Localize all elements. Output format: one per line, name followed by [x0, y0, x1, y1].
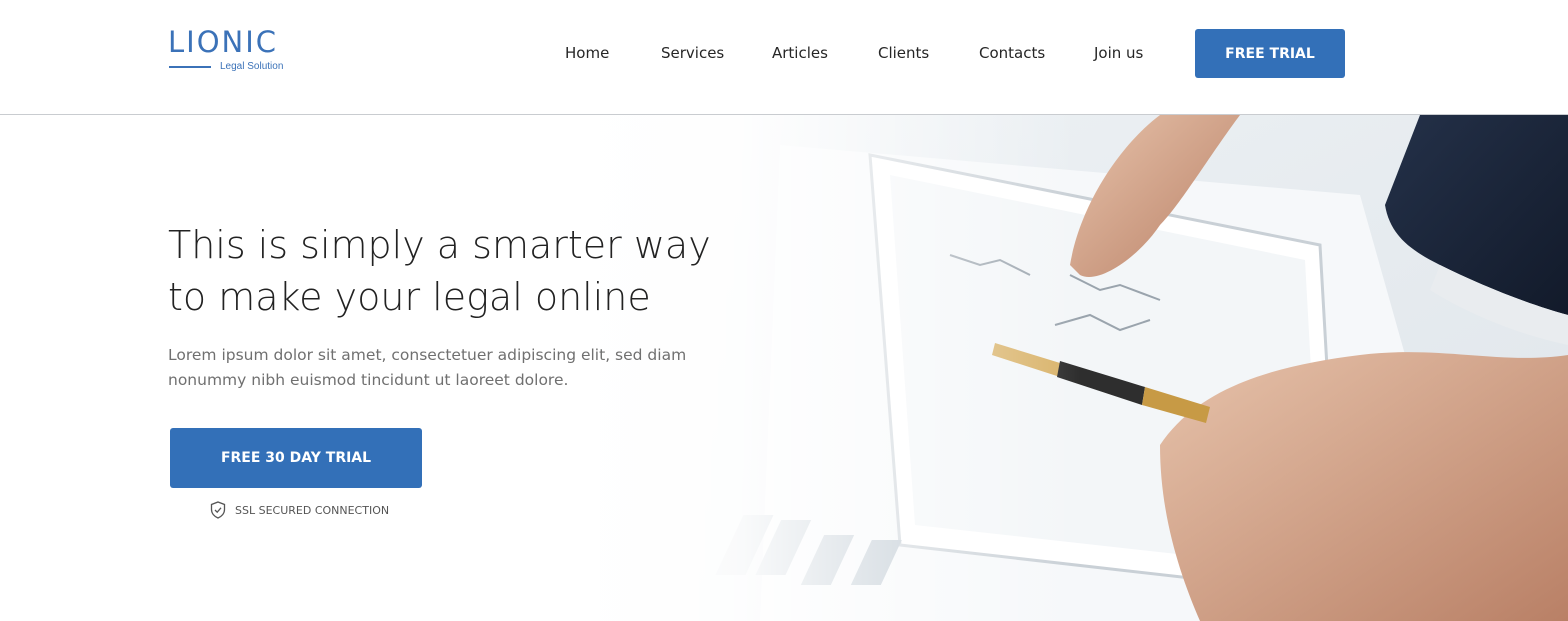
- hero-section: This is simply a smarter way to make you…: [0, 115, 1568, 621]
- nav-join-us[interactable]: Join us: [1094, 42, 1143, 64]
- site-header: LIONIC Legal Solution Home Services Arti…: [0, 0, 1568, 115]
- hero-headline-line-2: to make your legal online: [168, 275, 651, 319]
- nav-contacts[interactable]: Contacts: [979, 42, 1045, 64]
- nav-home[interactable]: Home: [565, 42, 609, 64]
- hero-headline: This is simply a smarter way to make you…: [168, 219, 788, 323]
- ssl-badge: SSL SECURED CONNECTION: [210, 501, 389, 519]
- shield-check-icon: [210, 501, 226, 519]
- brand-tagline: Legal Solution: [220, 61, 284, 72]
- brand-logo[interactable]: LIONIC Legal Solution: [168, 26, 298, 76]
- free-trial-button[interactable]: FREE TRIAL: [1195, 29, 1345, 78]
- brand-name: LIONIC: [168, 25, 279, 59]
- free-30-day-trial-button[interactable]: FREE 30 DAY TRIAL: [170, 428, 422, 488]
- logo-underline: [169, 66, 211, 68]
- hero-headline-line-1: This is simply a smarter way: [168, 223, 711, 267]
- nav-clients[interactable]: Clients: [878, 42, 929, 64]
- nav-articles[interactable]: Articles: [772, 42, 828, 64]
- ssl-label: SSL SECURED CONNECTION: [235, 503, 390, 517]
- nav-services[interactable]: Services: [661, 42, 724, 64]
- hero-lead-text: Lorem ipsum dolor sit amet, consectetuer…: [168, 346, 687, 389]
